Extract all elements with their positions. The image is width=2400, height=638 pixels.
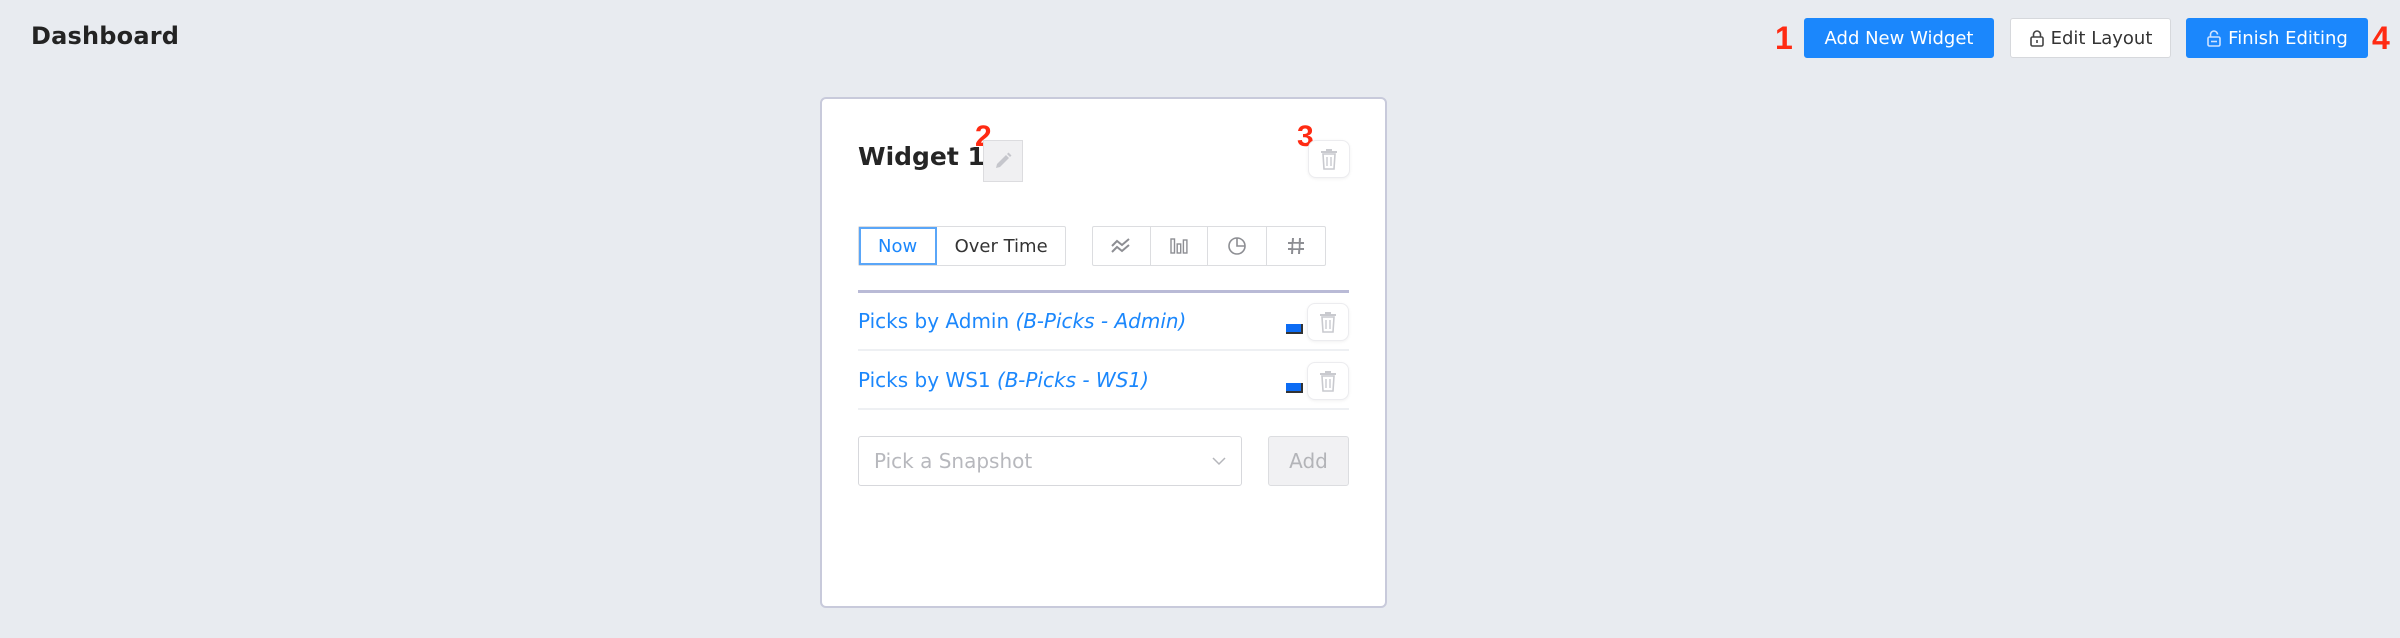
trash-icon xyxy=(1320,371,1336,392)
pie-chart-icon xyxy=(1228,237,1247,255)
chart-type-pie[interactable] xyxy=(1208,227,1268,265)
series-color-picker[interactable] xyxy=(1286,324,1303,334)
chevron-down-icon xyxy=(1212,457,1226,466)
snapshot-select[interactable]: Pick a Snapshot xyxy=(858,436,1242,486)
chart-type-line[interactable] xyxy=(1093,227,1151,265)
time-mode-toggle: Now Over Time xyxy=(858,226,1066,266)
annotation-marker-4: 4 xyxy=(2372,20,2390,56)
chart-type-toggle xyxy=(1092,226,1326,266)
annotation-marker-1: 1 xyxy=(1775,20,1793,56)
edit-layout-button[interactable]: Edit Layout xyxy=(2010,18,2171,58)
series-item: Picks by Admin (B-Picks - Admin) xyxy=(858,293,1349,351)
add-series-button[interactable]: Add xyxy=(1268,436,1349,486)
page-title: Dashboard xyxy=(31,22,180,50)
bar-chart-icon xyxy=(1170,238,1188,254)
widget-title: Widget 1 xyxy=(858,142,985,171)
lock-icon xyxy=(2029,30,2044,47)
finish-editing-button[interactable]: Finish Editing xyxy=(2186,18,2368,58)
line-chart-icon xyxy=(1111,238,1130,253)
series-color-picker[interactable] xyxy=(1286,383,1303,393)
edit-layout-label: Edit Layout xyxy=(2050,27,2153,49)
add-new-widget-label: Add New Widget xyxy=(1824,27,1974,49)
snapshot-select-placeholder: Pick a Snapshot xyxy=(874,449,1033,473)
series-name: Picks by WS1 xyxy=(858,368,991,392)
trash-icon xyxy=(1321,149,1337,170)
delete-series-button[interactable] xyxy=(1307,362,1349,400)
series-source: (B-Picks - Admin) xyxy=(1015,309,1187,333)
trash-icon xyxy=(1320,312,1336,333)
series-source: (B-Picks - WS1) xyxy=(996,368,1149,392)
series-link[interactable]: Picks by Admin (B-Picks - Admin) xyxy=(858,309,1186,333)
chart-type-bar[interactable] xyxy=(1151,227,1208,265)
number-icon xyxy=(1288,237,1305,255)
time-mode-over-time[interactable]: Over Time xyxy=(937,227,1065,265)
series-link[interactable]: Picks by WS1 (B-Picks - WS1) xyxy=(858,368,1149,392)
delete-series-button[interactable] xyxy=(1307,303,1349,341)
chart-type-number[interactable] xyxy=(1267,227,1325,265)
finish-editing-label: Finish Editing xyxy=(2228,27,2348,49)
pencil-icon xyxy=(996,152,1012,168)
time-mode-now[interactable]: Now xyxy=(859,227,938,265)
edit-title-button[interactable] xyxy=(983,140,1023,182)
series-item: Picks by WS1 (B-Picks - WS1) xyxy=(858,352,1349,410)
delete-widget-button[interactable] xyxy=(1308,140,1350,178)
add-new-widget-button[interactable]: Add New Widget xyxy=(1804,18,1994,58)
series-name: Picks by Admin xyxy=(858,309,1010,333)
unlock-icon xyxy=(2207,30,2221,47)
